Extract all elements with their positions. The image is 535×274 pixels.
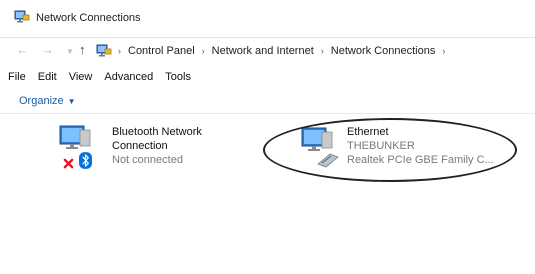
menu-tools[interactable]: Tools — [165, 71, 191, 83]
organize-label: Organize — [19, 95, 64, 107]
window-title: Network Connections — [36, 12, 141, 24]
breadcrumb-separator-icon[interactable]: › — [321, 46, 324, 56]
breadcrumb-separator-icon[interactable]: › — [442, 46, 445, 56]
menu-advanced[interactable]: Advanced — [104, 71, 153, 83]
breadcrumb: › Control Panel › Network and Internet ›… — [118, 45, 445, 57]
connection-item-ethernet[interactable]: Ethernet THEBUNKER Realtek PCIe GBE Fami… — [298, 122, 518, 178]
organize-button[interactable]: Organize ▼ — [19, 95, 76, 107]
menu-edit[interactable]: Edit — [38, 71, 57, 83]
disconnected-x-icon — [63, 158, 74, 169]
breadcrumb-network-and-internet[interactable]: Network and Internet — [212, 45, 314, 57]
bluetooth-icon — [79, 152, 92, 169]
connection-adapter: Realtek PCIe GBE Family C... — [347, 154, 494, 166]
forward-arrow-icon[interactable]: → — [41, 43, 54, 57]
menu-bar: File Edit View Advanced Tools — [0, 66, 535, 88]
address-bar: ← → ▼ ↑ › Control Panel › Network and In… — [0, 38, 535, 64]
connection-name: Ethernet — [347, 126, 389, 138]
breadcrumb-separator-icon[interactable]: › — [202, 46, 205, 56]
connection-network: THEBUNKER — [347, 140, 415, 152]
breadcrumb-control-panel[interactable]: Control Panel — [128, 45, 195, 57]
command-bar: Organize ▼ — [0, 88, 535, 114]
connection-name-line2: Connection — [112, 140, 168, 152]
up-arrow-icon[interactable]: ↑ — [79, 43, 86, 57]
control-panel-icon — [96, 44, 112, 57]
ethernet-adapter-icon — [301, 127, 339, 168]
network-connections-icon — [14, 10, 30, 23]
menu-view[interactable]: View — [69, 71, 93, 83]
back-arrow-icon[interactable]: ← — [16, 43, 29, 57]
breadcrumb-network-connections[interactable]: Network Connections — [331, 45, 436, 57]
connection-name-line1: Bluetooth Network — [112, 126, 202, 138]
connection-item-bluetooth[interactable]: Bluetooth Network Connection Not connect… — [59, 124, 262, 180]
chevron-down-icon: ▼ — [67, 96, 76, 106]
connection-status: Not connected — [112, 154, 183, 166]
recent-locations-chevron-icon[interactable]: ▼ — [66, 45, 74, 59]
title-bar: Network Connections — [0, 0, 535, 38]
menu-file[interactable]: File — [8, 71, 26, 83]
breadcrumb-separator-icon[interactable]: › — [118, 46, 121, 56]
